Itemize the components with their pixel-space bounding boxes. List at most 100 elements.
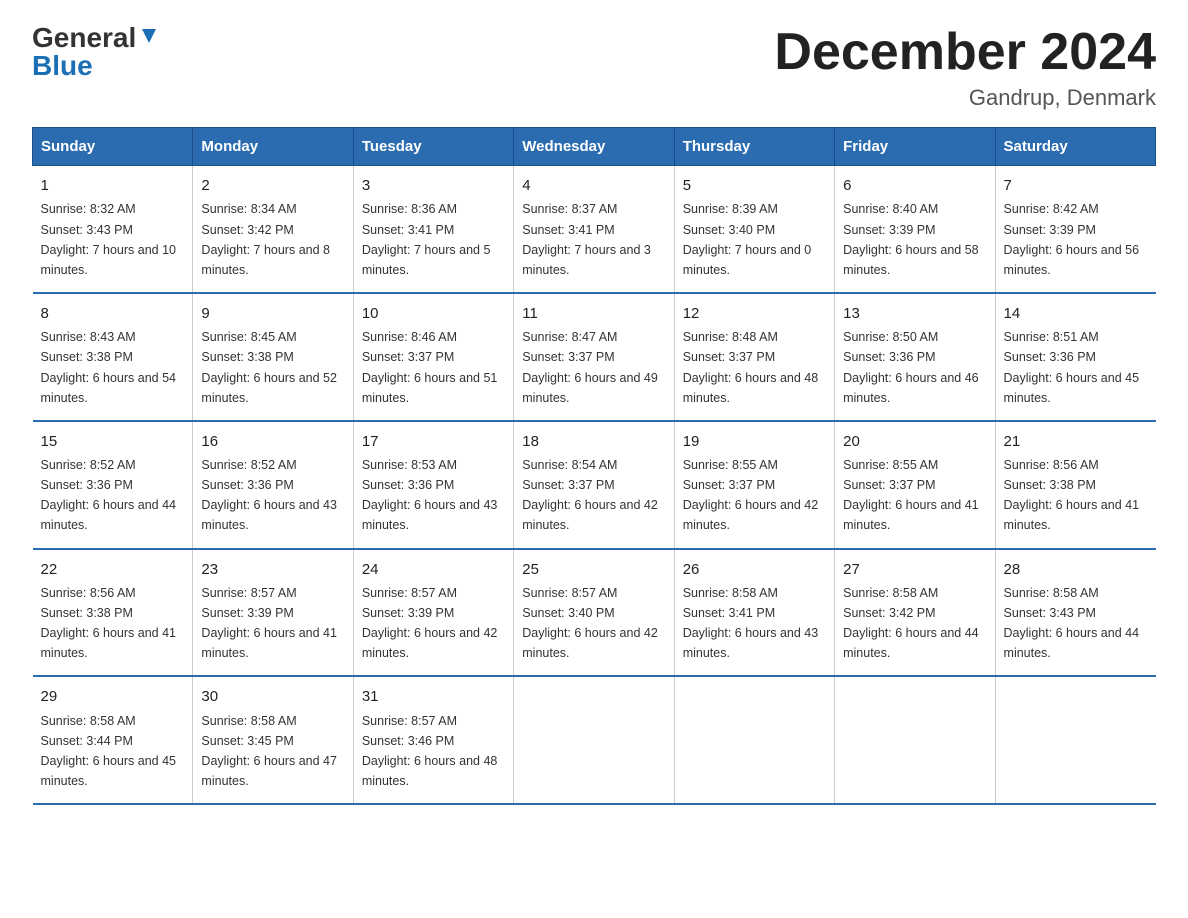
day-number: 25 xyxy=(522,558,665,581)
day-info: Sunrise: 8:32 AMSunset: 3:43 PMDaylight:… xyxy=(41,202,177,276)
day-cell: 9 Sunrise: 8:45 AMSunset: 3:38 PMDaylight… xyxy=(193,293,353,421)
day-number: 31 xyxy=(362,685,505,708)
day-cell: 18 Sunrise: 8:54 AMSunset: 3:37 PMDayligh… xyxy=(514,421,674,549)
day-cell: 23 Sunrise: 8:57 AMSunset: 3:39 PMDayligh… xyxy=(193,549,353,677)
day-number: 14 xyxy=(1004,302,1148,325)
header-wednesday: Wednesday xyxy=(514,128,674,166)
day-number: 4 xyxy=(522,174,665,197)
day-info: Sunrise: 8:52 AMSunset: 3:36 PMDaylight:… xyxy=(41,458,177,532)
calendar-body: 1Sunrise: 8:32 AMSunset: 3:43 PMDaylight… xyxy=(33,166,1156,805)
day-cell: 7 Sunrise: 8:42 AMSunset: 3:39 PMDaylight… xyxy=(995,166,1155,293)
header-saturday: Saturday xyxy=(995,128,1155,166)
day-info: Sunrise: 8:51 AMSunset: 3:36 PMDaylight:… xyxy=(1004,330,1140,404)
day-number: 16 xyxy=(201,430,344,453)
day-cell: 20 Sunrise: 8:55 AMSunset: 3:37 PMDayligh… xyxy=(835,421,995,549)
day-cell: 11 Sunrise: 8:47 AMSunset: 3:37 PMDayligh… xyxy=(514,293,674,421)
day-number: 11 xyxy=(522,302,665,325)
day-number: 20 xyxy=(843,430,986,453)
calendar-table: SundayMondayTuesdayWednesdayThursdayFrid… xyxy=(32,127,1156,805)
logo-blue: Blue xyxy=(32,52,93,80)
header-friday: Friday xyxy=(835,128,995,166)
day-info: Sunrise: 8:57 AMSunset: 3:40 PMDaylight:… xyxy=(522,586,658,660)
day-cell: 31 Sunrise: 8:57 AMSunset: 3:46 PMDayligh… xyxy=(353,676,513,804)
day-info: Sunrise: 8:42 AMSunset: 3:39 PMDaylight:… xyxy=(1004,202,1140,276)
day-number: 5 xyxy=(683,174,826,197)
day-info: Sunrise: 8:57 AMSunset: 3:39 PMDaylight:… xyxy=(201,586,337,660)
day-number: 15 xyxy=(41,430,185,453)
header-tuesday: Tuesday xyxy=(353,128,513,166)
logo: General Blue xyxy=(32,24,160,80)
day-cell: 29 Sunrise: 8:58 AMSunset: 3:44 PMDayligh… xyxy=(33,676,193,804)
day-info: Sunrise: 8:56 AMSunset: 3:38 PMDaylight:… xyxy=(41,586,177,660)
day-cell: 25 Sunrise: 8:57 AMSunset: 3:40 PMDayligh… xyxy=(514,549,674,677)
day-number: 28 xyxy=(1004,558,1148,581)
day-cell: 21 Sunrise: 8:56 AMSunset: 3:38 PMDayligh… xyxy=(995,421,1155,549)
page-header: General Blue December 2024 Gandrup, Denm… xyxy=(32,24,1156,111)
day-info: Sunrise: 8:40 AMSunset: 3:39 PMDaylight:… xyxy=(843,202,979,276)
week-row-3: 15 Sunrise: 8:52 AMSunset: 3:36 PMDayligh… xyxy=(33,421,1156,549)
day-number: 23 xyxy=(201,558,344,581)
day-info: Sunrise: 8:45 AMSunset: 3:38 PMDaylight:… xyxy=(201,330,337,404)
day-cell: 1Sunrise: 8:32 AMSunset: 3:43 PMDaylight… xyxy=(33,166,193,293)
day-cell: 4 Sunrise: 8:37 AMSunset: 3:41 PMDaylight… xyxy=(514,166,674,293)
day-info: Sunrise: 8:55 AMSunset: 3:37 PMDaylight:… xyxy=(843,458,979,532)
week-row-4: 22 Sunrise: 8:56 AMSunset: 3:38 PMDayligh… xyxy=(33,549,1156,677)
day-info: Sunrise: 8:57 AMSunset: 3:39 PMDaylight:… xyxy=(362,586,498,660)
day-number: 30 xyxy=(201,685,344,708)
day-number: 2 xyxy=(201,174,344,197)
day-cell xyxy=(835,676,995,804)
day-info: Sunrise: 8:58 AMSunset: 3:45 PMDaylight:… xyxy=(201,714,337,788)
day-number: 18 xyxy=(522,430,665,453)
day-number: 7 xyxy=(1004,174,1148,197)
day-cell: 10 Sunrise: 8:46 AMSunset: 3:37 PMDayligh… xyxy=(353,293,513,421)
week-row-1: 1Sunrise: 8:32 AMSunset: 3:43 PMDaylight… xyxy=(33,166,1156,293)
day-cell: 30 Sunrise: 8:58 AMSunset: 3:45 PMDayligh… xyxy=(193,676,353,804)
day-number: 22 xyxy=(41,558,185,581)
day-cell: 5Sunrise: 8:39 AMSunset: 3:40 PMDaylight… xyxy=(674,166,834,293)
day-cell: 19Sunrise: 8:55 AMSunset: 3:37 PMDayligh… xyxy=(674,421,834,549)
day-info: Sunrise: 8:36 AMSunset: 3:41 PMDaylight:… xyxy=(362,202,491,276)
day-info: Sunrise: 8:47 AMSunset: 3:37 PMDaylight:… xyxy=(522,330,658,404)
day-cell: 13Sunrise: 8:50 AMSunset: 3:36 PMDayligh… xyxy=(835,293,995,421)
day-info: Sunrise: 8:57 AMSunset: 3:46 PMDaylight:… xyxy=(362,714,498,788)
day-number: 8 xyxy=(41,302,185,325)
day-info: Sunrise: 8:55 AMSunset: 3:37 PMDaylight:… xyxy=(683,458,819,532)
day-number: 29 xyxy=(41,685,185,708)
day-cell: 24 Sunrise: 8:57 AMSunset: 3:39 PMDayligh… xyxy=(353,549,513,677)
day-info: Sunrise: 8:48 AMSunset: 3:37 PMDaylight:… xyxy=(683,330,819,404)
day-cell: 2 Sunrise: 8:34 AMSunset: 3:42 PMDaylight… xyxy=(193,166,353,293)
day-info: Sunrise: 8:37 AMSunset: 3:41 PMDaylight:… xyxy=(522,202,651,276)
day-info: Sunrise: 8:54 AMSunset: 3:37 PMDaylight:… xyxy=(522,458,658,532)
day-cell: 17Sunrise: 8:53 AMSunset: 3:36 PMDayligh… xyxy=(353,421,513,549)
day-info: Sunrise: 8:58 AMSunset: 3:41 PMDaylight:… xyxy=(683,586,819,660)
day-info: Sunrise: 8:56 AMSunset: 3:38 PMDaylight:… xyxy=(1004,458,1140,532)
calendar-header: SundayMondayTuesdayWednesdayThursdayFrid… xyxy=(33,128,1156,166)
day-number: 12 xyxy=(683,302,826,325)
day-cell: 3 Sunrise: 8:36 AMSunset: 3:41 PMDaylight… xyxy=(353,166,513,293)
day-cell: 28 Sunrise: 8:58 AMSunset: 3:43 PMDayligh… xyxy=(995,549,1155,677)
day-info: Sunrise: 8:58 AMSunset: 3:44 PMDaylight:… xyxy=(41,714,177,788)
day-number: 10 xyxy=(362,302,505,325)
day-cell: 27Sunrise: 8:58 AMSunset: 3:42 PMDayligh… xyxy=(835,549,995,677)
day-info: Sunrise: 8:43 AMSunset: 3:38 PMDaylight:… xyxy=(41,330,177,404)
day-number: 3 xyxy=(362,174,505,197)
day-cell: 14 Sunrise: 8:51 AMSunset: 3:36 PMDayligh… xyxy=(995,293,1155,421)
day-cell xyxy=(674,676,834,804)
day-number: 27 xyxy=(843,558,986,581)
day-cell xyxy=(514,676,674,804)
day-number: 24 xyxy=(362,558,505,581)
day-cell: 22 Sunrise: 8:56 AMSunset: 3:38 PMDayligh… xyxy=(33,549,193,677)
day-info: Sunrise: 8:58 AMSunset: 3:43 PMDaylight:… xyxy=(1004,586,1140,660)
week-row-5: 29 Sunrise: 8:58 AMSunset: 3:44 PMDayligh… xyxy=(33,676,1156,804)
logo-general: General xyxy=(32,24,136,52)
day-info: Sunrise: 8:52 AMSunset: 3:36 PMDaylight:… xyxy=(201,458,337,532)
day-cell: 15 Sunrise: 8:52 AMSunset: 3:36 PMDayligh… xyxy=(33,421,193,549)
header-thursday: Thursday xyxy=(674,128,834,166)
day-cell xyxy=(995,676,1155,804)
day-number: 21 xyxy=(1004,430,1148,453)
day-number: 17 xyxy=(362,430,505,453)
day-number: 9 xyxy=(201,302,344,325)
day-number: 6 xyxy=(843,174,986,197)
day-info: Sunrise: 8:46 AMSunset: 3:37 PMDaylight:… xyxy=(362,330,498,404)
day-info: Sunrise: 8:34 AMSunset: 3:42 PMDaylight:… xyxy=(201,202,330,276)
